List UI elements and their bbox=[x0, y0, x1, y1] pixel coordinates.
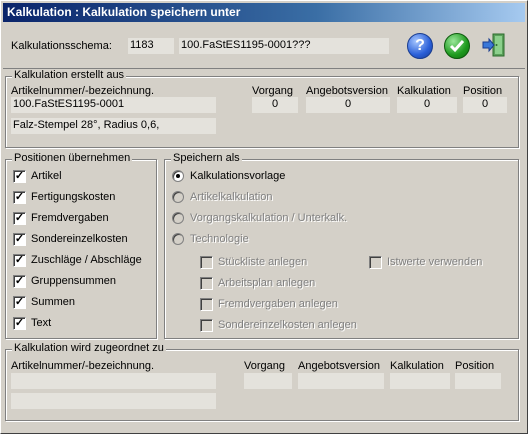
position-label: Artikel bbox=[31, 170, 62, 182]
created-from-title: Kalkulation erstellt aus bbox=[12, 69, 127, 81]
header-panel: Kalkulationsschema: 1183 100.FaStES1195-… bbox=[3, 23, 525, 69]
assigned-article-label: Artikelnummer/-bezeichnung. bbox=[11, 360, 155, 372]
technology-suboption-label: Sondereinzelkosten anlegen bbox=[218, 319, 357, 331]
assigned-article-field bbox=[11, 373, 216, 389]
ok-check-icon[interactable] bbox=[444, 33, 470, 59]
assigned-to-title: Kalkulation wird zugeordnet zu bbox=[12, 342, 166, 354]
save-as-group: Speichern als Kalkulationsvorlage Artikel… bbox=[164, 152, 519, 339]
created-from-group: Kalkulation erstellt aus Artikelnummer/-… bbox=[5, 69, 519, 148]
help-icon[interactable]: ? bbox=[407, 33, 433, 59]
technology-suboption-label: Fremdvergaben anlegen bbox=[218, 298, 338, 310]
position-label: Sondereinzelkosten bbox=[31, 233, 128, 245]
created-article-desc-field: Falz-Stempel 28°, Radius 0,6, bbox=[11, 118, 216, 134]
assigned-vorgang-label: Vorgang bbox=[244, 360, 285, 372]
positions-title: Positionen übernehmen bbox=[12, 152, 133, 164]
assigned-position-field bbox=[455, 373, 501, 389]
position-checkbox[interactable]: ✓ bbox=[13, 170, 26, 183]
position-label: Fremdvergaben bbox=[31, 212, 109, 224]
position-checkbox[interactable]: ✓ bbox=[13, 191, 26, 204]
position-label: Text bbox=[31, 317, 52, 329]
position-label: Fertigungskosten bbox=[31, 191, 116, 203]
created-kalkulation-label: Kalkulation bbox=[397, 85, 451, 97]
positions-group: Positionen übernehmen ✓ Artikel ✓ Fertigung… bbox=[5, 152, 157, 339]
created-vorgang-label: Vorgang bbox=[252, 85, 293, 97]
position-checkbox[interactable]: ✓ bbox=[13, 212, 26, 225]
position-checkbox[interactable]: ✓ bbox=[13, 233, 26, 246]
radio-selected-dot bbox=[176, 174, 180, 178]
assigned-to-group: Kalkulation wird zugeordnet zu Artikelnu… bbox=[5, 342, 519, 421]
technology-suboption-checkbox[interactable] bbox=[200, 298, 213, 311]
assigned-article-desc-field bbox=[11, 393, 216, 409]
position-checkbox[interactable]: ✓ bbox=[13, 317, 26, 330]
created-article-label: Artikelnummer/-bezeichnung. bbox=[11, 85, 155, 97]
save-as-label: Kalkulationsvorlage bbox=[190, 170, 286, 182]
position-checkbox[interactable]: ✓ bbox=[13, 296, 26, 309]
position-label: Zuschläge / Abschläge bbox=[31, 254, 142, 266]
technology-suboption-label: Stückliste anlegen bbox=[218, 256, 308, 268]
technology-suboption-checkbox[interactable] bbox=[200, 277, 213, 290]
title-bar[interactable]: Kalkulation : Kalkulation speichern unte… bbox=[3, 3, 525, 22]
position-checkbox[interactable]: ✓ bbox=[13, 275, 26, 288]
position-label: Gruppensummen bbox=[31, 275, 116, 287]
schema-number-field: 1183 bbox=[128, 38, 174, 54]
created-angebot-field: 0 bbox=[306, 97, 390, 113]
technology-suboption-label: Arbeitsplan anlegen bbox=[218, 277, 316, 289]
created-position-field: 0 bbox=[463, 97, 507, 113]
dialog-window: Kalkulation : Kalkulation speichern unte… bbox=[0, 0, 528, 434]
created-position-label: Position bbox=[463, 85, 503, 97]
assigned-kalkulation-field bbox=[390, 373, 450, 389]
technology-suboption-checkbox[interactable] bbox=[200, 319, 213, 332]
save-as-label: Artikelkalkulation bbox=[190, 191, 273, 203]
assigned-vorgang-field bbox=[244, 373, 292, 389]
created-angebot-label: Angebotsversion bbox=[306, 85, 388, 97]
assigned-kalkulation-label: Kalkulation bbox=[390, 360, 444, 372]
position-label: Summen bbox=[31, 296, 76, 308]
istwerte-label: Istwerte verwenden bbox=[387, 256, 483, 268]
save-as-radio[interactable] bbox=[172, 233, 184, 245]
save-as-label: Vorgangskalkulation / Unterkalk. bbox=[190, 212, 348, 224]
created-kalkulation-field: 0 bbox=[397, 97, 457, 113]
save-as-title: Speichern als bbox=[171, 152, 242, 164]
technology-suboption-checkbox[interactable] bbox=[200, 256, 213, 269]
exit-door-icon[interactable] bbox=[481, 32, 507, 58]
save-as-label: Technologie bbox=[190, 233, 249, 245]
save-as-radio[interactable] bbox=[172, 212, 184, 224]
assigned-angebot-field bbox=[298, 373, 384, 389]
created-article-field: 100.FaStES1195-0001 bbox=[11, 97, 216, 113]
save-as-radio[interactable] bbox=[172, 191, 184, 203]
save-as-radio[interactable] bbox=[172, 170, 184, 182]
schema-name-field: 100.FaStES1195-0001??? bbox=[179, 38, 389, 54]
assigned-position-label: Position bbox=[455, 360, 495, 372]
created-vorgang-field: 0 bbox=[252, 97, 298, 113]
position-checkbox[interactable]: ✓ bbox=[13, 254, 26, 267]
istwerte-checkbox[interactable] bbox=[369, 256, 382, 269]
schema-label: Kalkulationsschema: bbox=[11, 40, 112, 52]
window-title: Kalkulation : Kalkulation speichern unte… bbox=[7, 5, 241, 19]
assigned-angebot-label: Angebotsversion bbox=[298, 360, 380, 372]
